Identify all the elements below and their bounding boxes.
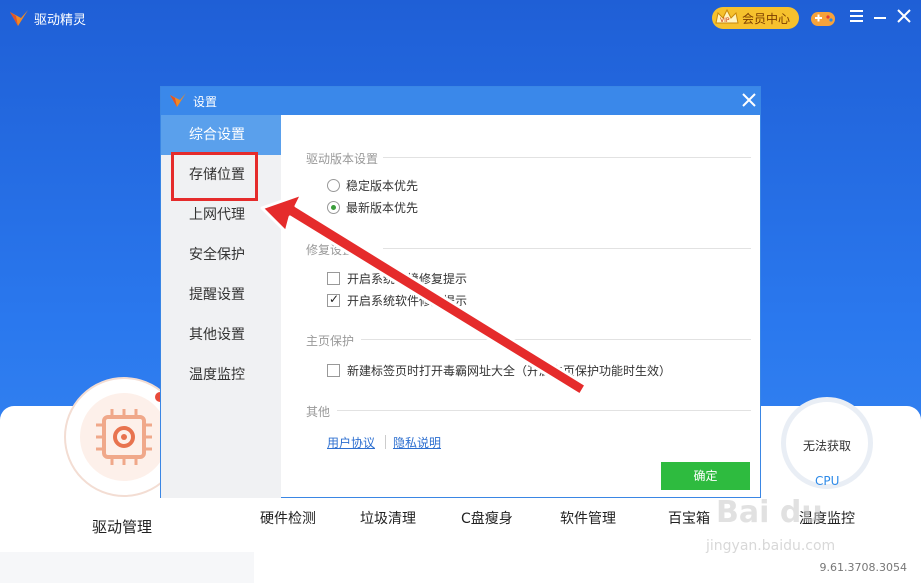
vip-center-label: 会员中心 — [742, 11, 791, 26]
cpu-label: CPU — [815, 474, 840, 488]
ok-button[interactable]: 确定 — [661, 462, 750, 490]
nav-reminders[interactable]: 提醒设置 — [161, 275, 281, 315]
menu-icon[interactable] — [847, 6, 867, 26]
feature-hardware-check[interactable]: 硬件检测 — [260, 508, 316, 528]
annotation-highlight-box — [171, 152, 258, 201]
feature-c-drive-slim[interactable]: C盘瘦身 — [461, 508, 513, 528]
checkbox-label: 开启系统软件修复提示 — [347, 294, 468, 308]
checkbox-label: 新建标签页时打开毒霸网址大全（开启主页保护功能时生效） — [347, 364, 672, 378]
radio-stable-version[interactable]: 稳定版本优先 — [327, 177, 418, 194]
app-logo-icon — [10, 10, 28, 26]
section-divider — [361, 339, 751, 340]
svg-text:VIP: VIP — [720, 17, 730, 24]
nav-security[interactable]: 安全保护 — [161, 235, 281, 275]
checkbox[interactable] — [327, 364, 340, 377]
settings-dialog: 设置 综合设置 存储位置 上网代理 安全保护 提醒设置 其他设置 温度监控 驱动… — [160, 86, 761, 498]
gamepad-icon[interactable] — [810, 7, 836, 29]
section-divider — [383, 248, 751, 249]
section-divider — [337, 410, 751, 411]
watermark-url: jingyan.baidu.com — [706, 538, 836, 554]
radio-label: 稳定版本优先 — [346, 179, 419, 193]
nav-other-settings[interactable]: 其他设置 — [161, 315, 281, 355]
chip-gear-icon — [80, 393, 168, 481]
vip-center-button[interactable]: VIP 会员中心 — [712, 7, 799, 29]
feature-driver-management[interactable]: 驱动管理 — [92, 516, 152, 537]
checkbox-checked[interactable] — [327, 292, 340, 307]
feature-junk-clean[interactable]: 垃圾清理 — [360, 508, 416, 528]
link-separator — [385, 435, 386, 449]
section-divider — [383, 157, 751, 158]
radio-label: 最新版本优先 — [346, 201, 419, 215]
dialog-title: 设置 — [193, 95, 218, 109]
minimize-icon[interactable] — [870, 6, 890, 26]
checkbox-env-repair[interactable]: 开启系统环境修复提示 — [327, 270, 467, 287]
app-logo-icon — [170, 93, 186, 107]
section-title-homepage: 主页保护 — [306, 334, 355, 348]
section-title-repair: 修复设置 — [306, 243, 355, 257]
checkbox-homepage-nav[interactable]: 新建标签页时打开毒霸网址大全（开启主页保护功能时生效） — [327, 362, 671, 379]
app-title: 驱动精灵 — [34, 13, 87, 28]
nav-general-settings[interactable]: 综合设置 — [161, 115, 281, 155]
radio-button-selected[interactable] — [327, 201, 340, 214]
version-label: 9.61.3708.3054 — [819, 561, 907, 574]
feature-toolbox[interactable]: 百宝箱 — [668, 508, 710, 528]
checkbox[interactable] — [327, 272, 340, 285]
checkbox-label: 开启系统环境修复提示 — [347, 272, 468, 286]
dialog-titlebar: 设置 — [161, 87, 760, 115]
section-title-driver-version: 驱动版本设置 — [306, 152, 379, 166]
feature-software-manager[interactable]: 软件管理 — [560, 508, 616, 528]
baidu-watermark: Bai du — [716, 495, 823, 530]
vip-crown-icon: VIP — [712, 7, 742, 29]
section-title-other: 其他 — [306, 405, 331, 419]
temperature-status: 无法获取 — [802, 439, 851, 453]
bottom-bar — [0, 552, 254, 583]
privacy-policy-link[interactable]: 隐私说明 — [393, 434, 441, 451]
checkbox-software-repair[interactable]: 开启系统软件修复提示 — [327, 292, 467, 309]
user-agreement-link[interactable]: 用户协议 — [327, 434, 375, 451]
dialog-close-icon[interactable] — [740, 91, 758, 109]
nav-proxy[interactable]: 上网代理 — [161, 195, 281, 235]
close-icon[interactable] — [894, 6, 914, 26]
radio-latest-version[interactable]: 最新版本优先 — [327, 199, 418, 216]
nav-temperature-monitor[interactable]: 温度监控 — [161, 355, 281, 395]
radio-button[interactable] — [327, 179, 340, 192]
